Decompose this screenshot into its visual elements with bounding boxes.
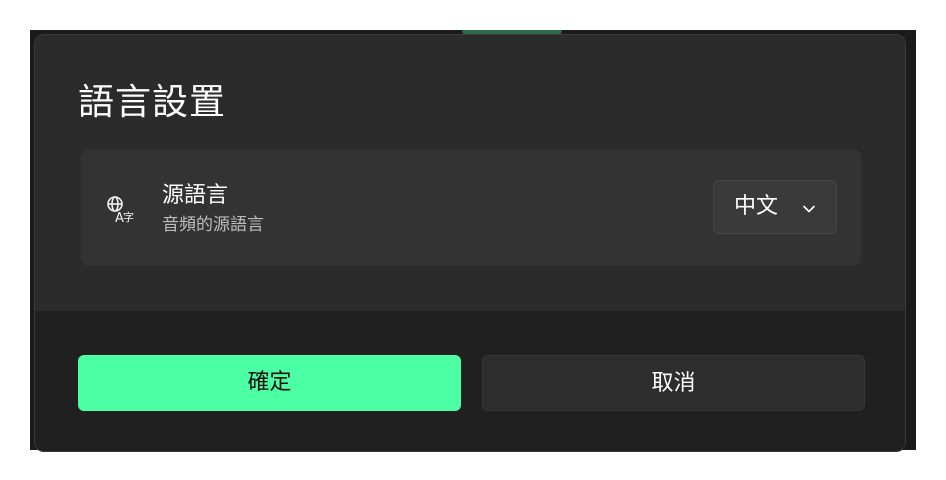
dialog-footer: 確定 取消 bbox=[35, 311, 905, 451]
confirm-button[interactable]: 確定 bbox=[78, 355, 461, 411]
selected-language-value: 中文 bbox=[734, 194, 779, 219]
dialog-title: 語言設置 bbox=[78, 82, 227, 123]
language-settings-dialog: 語言設置 A 字 源語言 音頻的源語言 中文 確定 取消 bbox=[34, 34, 906, 452]
source-language-label: 源語言 bbox=[162, 183, 229, 208]
chevron-down-icon bbox=[802, 201, 816, 215]
dialog-body: 語言設置 A 字 源語言 音頻的源語言 中文 bbox=[35, 35, 905, 311]
source-language-dropdown[interactable]: 中文 bbox=[713, 180, 837, 234]
cancel-button[interactable]: 取消 bbox=[482, 355, 865, 411]
svg-text:字: 字 bbox=[123, 210, 134, 224]
source-language-description: 音頻的源語言 bbox=[162, 215, 264, 235]
source-language-setting: A 字 源語言 音頻的源語言 中文 bbox=[80, 149, 862, 266]
language-translate-icon: A 字 bbox=[105, 194, 135, 226]
